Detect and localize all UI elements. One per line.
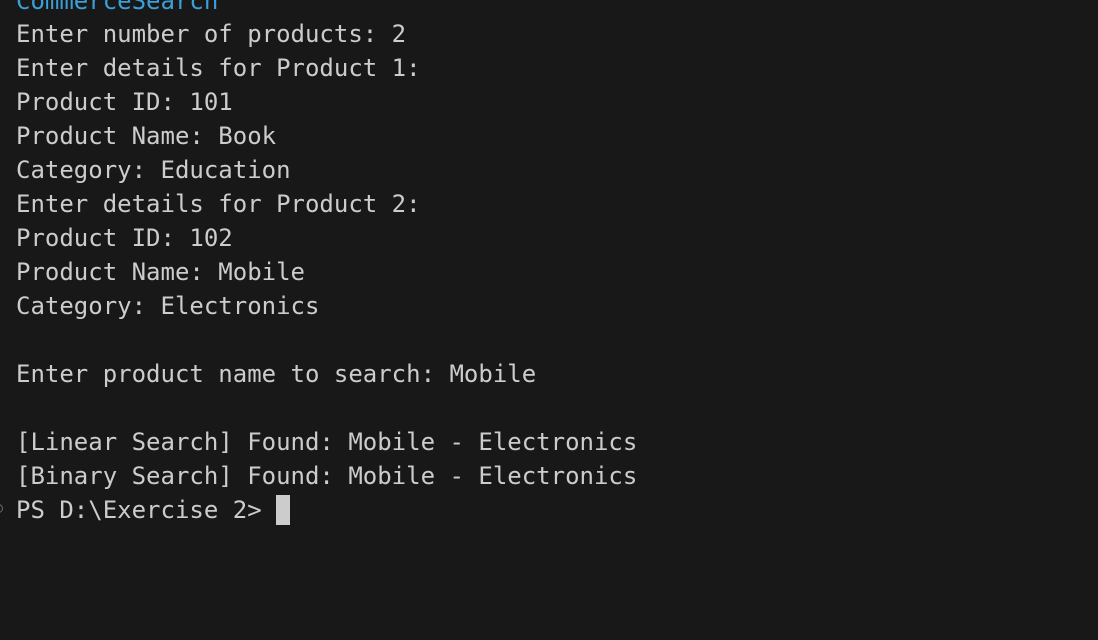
terminal-output-line: Category: Electronics <box>16 292 320 320</box>
terminal-output-line: Product Name: Mobile <box>16 258 305 286</box>
terminal-output-line: Category: Education <box>16 156 291 184</box>
terminal-panel[interactable]: CommerceSearch Enter number of products:… <box>0 0 1098 640</box>
terminal-output-line: Enter details for Product 2: <box>16 190 421 218</box>
terminal-prompt[interactable]: PS D:\Exercise 2> <box>16 493 290 527</box>
terminal-output-line: [Binary Search] Found: Mobile - Electron… <box>16 462 638 490</box>
terminal-output-line: Product ID: 102 <box>16 224 233 252</box>
terminal-header-line: CommerceSearch <box>16 0 219 15</box>
terminal-output-line: Enter number of products: 2 <box>16 20 407 48</box>
terminal-cursor <box>275 495 290 525</box>
command-decoration-icon[interactable] <box>0 504 3 513</box>
terminal-output-line: Enter details for Product 1: <box>16 54 421 82</box>
terminal-output-line: [Linear Search] Found: Mobile - Electron… <box>16 428 638 456</box>
terminal-output-line: Product ID: 101 <box>16 88 233 116</box>
terminal-output-line: Enter product name to search: Mobile <box>16 360 537 388</box>
prompt-text: PS D:\Exercise 2> <box>16 496 262 524</box>
terminal-output-line: Product Name: Book <box>16 122 277 150</box>
